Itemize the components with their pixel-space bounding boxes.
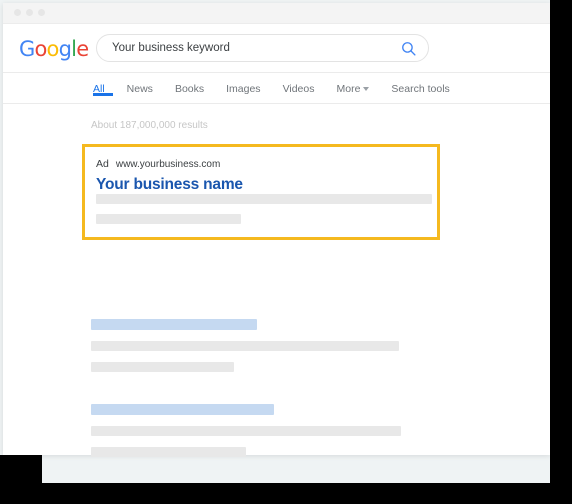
google-logo[interactable]: Google <box>19 37 89 61</box>
minimize-dot[interactable] <box>26 9 33 16</box>
tab-books-label: Books <box>174 83 205 95</box>
browser-titlebar <box>3 3 550 24</box>
ad-title[interactable]: Your business name <box>96 176 437 194</box>
tab-more[interactable]: More <box>336 73 382 95</box>
window-controls <box>14 9 45 16</box>
organic-description-bar-2a <box>91 426 401 436</box>
organic-result-1[interactable] <box>91 319 399 372</box>
letterbox-left-bottom <box>0 455 42 484</box>
logo-letter-e: e <box>76 37 89 61</box>
search-icon[interactable] <box>400 40 417 57</box>
logo-letter-o2: o <box>46 37 60 61</box>
organic-description-bar-2b <box>91 447 246 457</box>
logo-letter-g2: g <box>58 37 72 61</box>
tab-more-label: More <box>336 83 361 95</box>
organic-description-bar-1b <box>91 362 234 372</box>
organic-title-bar-1[interactable] <box>91 319 257 330</box>
logo-letter-o1: o <box>34 37 47 61</box>
tab-search-tools-label: Search tools <box>391 83 450 95</box>
ad-description-bar-2 <box>96 214 241 224</box>
maximize-dot[interactable] <box>38 9 45 16</box>
nav-tab-list: All News Books Images Videos More Search… <box>93 73 472 103</box>
tab-videos[interactable]: Videos <box>283 73 328 95</box>
browser-window: Google All News Books Images Videos More… <box>3 3 550 457</box>
letterbox-top-right <box>550 0 572 22</box>
search-header: Google <box>3 24 550 73</box>
organic-result-2[interactable] <box>91 404 401 457</box>
tab-all-label: All <box>93 83 105 95</box>
result-count: About 187,000,000 results <box>91 120 208 131</box>
letterbox-right <box>550 0 572 504</box>
ad-result-highlight[interactable]: Ad www.yourbusiness.com Your business na… <box>82 144 440 240</box>
results-area: About 187,000,000 results Ad www.yourbus… <box>3 104 550 457</box>
search-nav: All News Books Images Videos More Search… <box>3 73 550 104</box>
tab-books[interactable]: Books <box>175 73 217 95</box>
monitor-stand-band <box>42 455 550 483</box>
ad-badge: Ad <box>96 158 109 170</box>
organic-description-bar-1a <box>91 341 399 351</box>
search-input[interactable] <box>112 35 382 61</box>
organic-title-bar-2[interactable] <box>91 404 274 415</box>
search-box[interactable] <box>96 34 429 62</box>
chevron-down-icon <box>363 87 370 92</box>
tab-search-tools[interactable]: Search tools <box>391 73 462 95</box>
close-dot[interactable] <box>14 9 21 16</box>
tab-images[interactable]: Images <box>226 73 273 95</box>
letterbox-bottom <box>0 483 572 504</box>
tab-images-label: Images <box>226 83 261 95</box>
tab-news[interactable]: News <box>127 73 166 95</box>
tab-news-label: News <box>126 83 153 95</box>
ad-meta-line: Ad www.yourbusiness.com <box>96 158 437 170</box>
tab-videos-label: Videos <box>282 83 315 95</box>
logo-letter-g1: G <box>19 37 35 61</box>
ad-url[interactable]: www.yourbusiness.com <box>116 159 220 170</box>
screenshot-stage: Google All News Books Images Videos More… <box>0 0 572 504</box>
tab-all[interactable]: All <box>93 73 118 96</box>
ad-description-bar-1 <box>96 194 432 204</box>
